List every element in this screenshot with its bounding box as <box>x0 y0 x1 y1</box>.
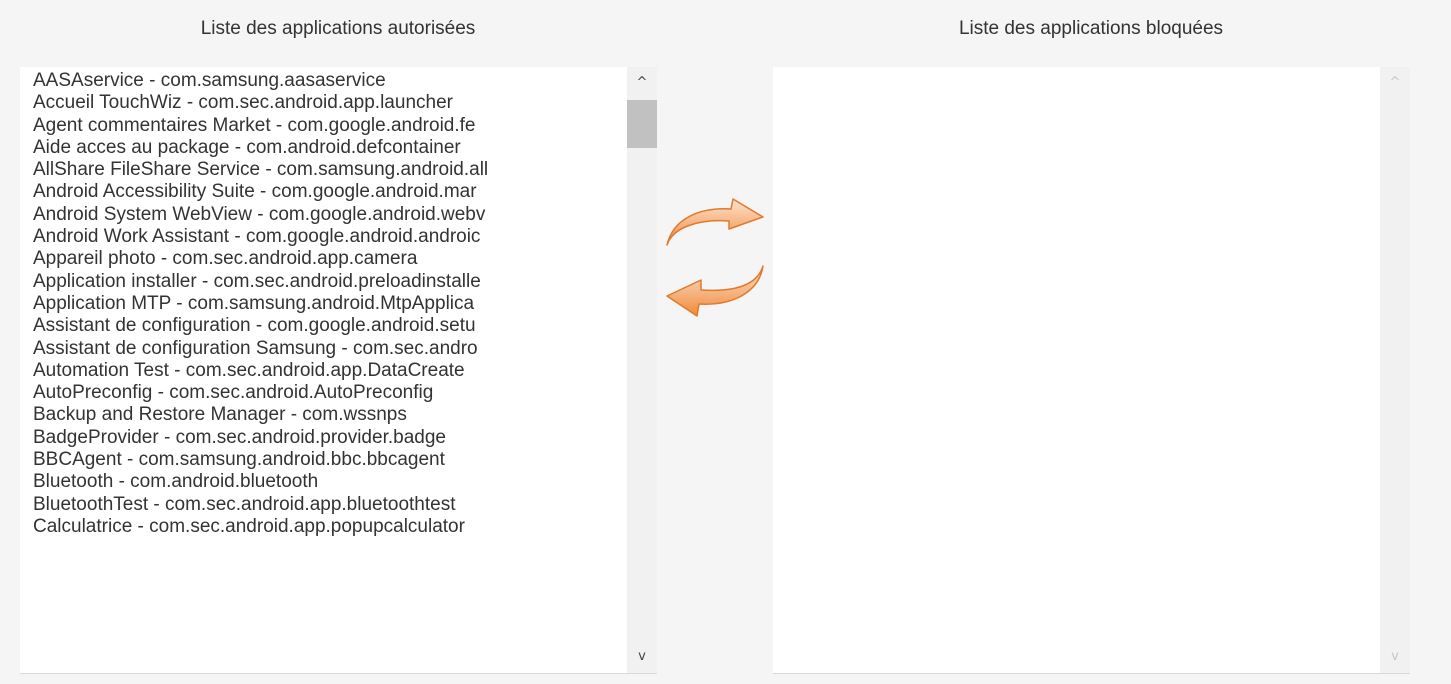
list-item[interactable]: Application MTP - com.samsung.android.Mt… <box>20 293 627 315</box>
scroll-up-icon[interactable]: ^ <box>627 71 657 95</box>
scroll-down-icon[interactable]: v <box>627 645 657 669</box>
list-item[interactable]: Agent commentaires Market - com.google.a… <box>20 115 627 137</box>
arrow-right-icon <box>666 198 764 246</box>
list-item[interactable]: BadgeProvider - com.sec.android.provider… <box>20 427 627 449</box>
list-item[interactable]: AutoPreconfig - com.sec.android.AutoPrec… <box>20 382 627 404</box>
list-item[interactable]: Aide acces au package - com.android.defc… <box>20 137 627 159</box>
move-to-blocked-button[interactable] <box>663 195 767 255</box>
app-transfer-widget: Liste des applications autorisées Liste … <box>0 0 1451 684</box>
blocked-apps-items <box>773 67 1380 673</box>
list-item[interactable]: Application installer - com.sec.android.… <box>20 271 627 293</box>
list-item[interactable]: BluetoothTest - com.sec.android.app.blue… <box>20 494 627 516</box>
move-to-allowed-button[interactable] <box>663 260 767 320</box>
blocked-list-scrollbar[interactable]: ^ v <box>1380 67 1410 673</box>
list-item[interactable]: Bluetooth - com.android.bluetooth <box>20 471 627 493</box>
allowed-list-title: Liste des applications autorisées <box>200 18 476 39</box>
list-item[interactable]: BBCAgent - com.samsung.android.bbc.bbcag… <box>20 449 627 471</box>
list-item[interactable]: Android Accessibility Suite - com.google… <box>20 181 627 203</box>
scroll-down-icon[interactable]: v <box>1380 645 1410 669</box>
list-item[interactable]: AASAservice - com.samsung.aasaservice <box>20 70 627 92</box>
list-item[interactable]: Automation Test - com.sec.android.app.Da… <box>20 360 627 382</box>
list-item[interactable]: Backup and Restore Manager - com.wssnps <box>20 404 627 426</box>
list-item[interactable]: Assistant de configuration Samsung - com… <box>20 338 627 360</box>
blocked-apps-listbox[interactable]: ^ v <box>773 67 1410 674</box>
list-item[interactable]: Appareil photo - com.sec.android.app.cam… <box>20 248 627 270</box>
list-item[interactable]: Android Work Assistant - com.google.andr… <box>20 226 627 248</box>
list-item[interactable]: AllShare FileShare Service - com.samsung… <box>20 159 627 181</box>
arrow-left-icon <box>666 265 764 317</box>
scroll-up-icon[interactable]: ^ <box>1380 71 1410 95</box>
list-item[interactable]: Calculatrice - com.sec.android.app.popup… <box>20 516 627 538</box>
blocked-list-title: Liste des applications bloquées <box>958 18 1224 39</box>
list-item[interactable]: Android System WebView - com.google.andr… <box>20 204 627 226</box>
allowed-apps-items: AASAservice - com.samsung.aasaservice Acc… <box>20 67 627 673</box>
list-item[interactable]: Assistant de configuration - com.google.… <box>20 315 627 337</box>
list-item[interactable]: Accueil TouchWiz - com.sec.android.app.l… <box>20 92 627 114</box>
allowed-apps-listbox[interactable]: AASAservice - com.samsung.aasaservice Acc… <box>20 67 657 674</box>
transfer-controls <box>663 195 767 325</box>
allowed-list-scrollbar[interactable]: ^ v <box>627 67 657 673</box>
scrollbar-thumb[interactable] <box>627 100 657 148</box>
